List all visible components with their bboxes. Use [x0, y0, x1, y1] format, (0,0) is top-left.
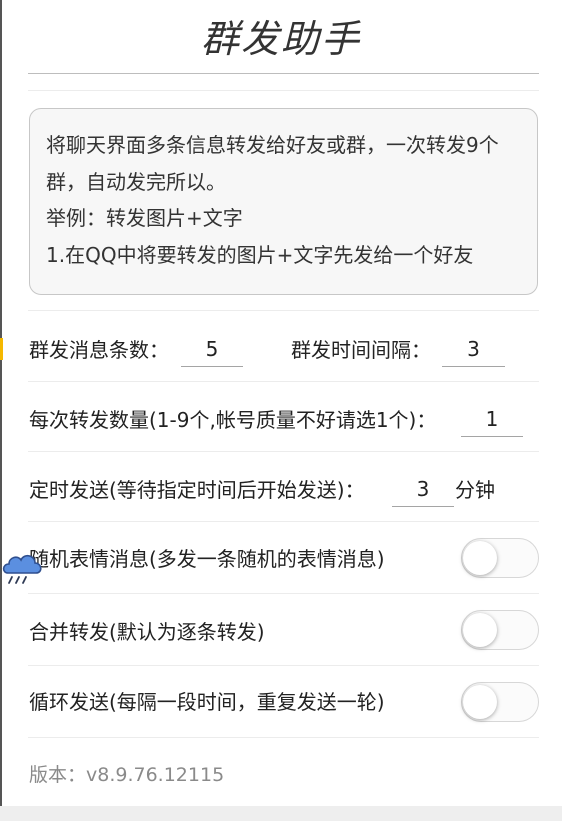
divider — [28, 90, 539, 91]
random-emoji-label: 随机表情消息(多发一条随机的表情消息) — [29, 547, 385, 571]
loop-send-toggle[interactable] — [461, 682, 539, 722]
divider — [28, 381, 539, 382]
toggle-knob — [463, 685, 497, 719]
toggle-knob — [463, 541, 497, 575]
forward-count-input[interactable] — [461, 405, 523, 437]
divider — [28, 737, 539, 738]
window-left-edge — [0, 0, 2, 821]
timer-label: 定时发送(等待指定时间后开始发送)： — [29, 478, 365, 502]
description-text: 将聊天界面多条信息转发给好友或群，一次转发9个群，自动发完所以。 举例：转发图片… — [46, 133, 499, 267]
page-title: 群发助手 — [200, 17, 361, 61]
random-emoji-toggle[interactable] — [461, 538, 539, 578]
description-textarea[interactable]: 将聊天界面多条信息转发给好友或群，一次转发9个群，自动发完所以。 举例：转发图片… — [29, 108, 538, 295]
toggle-knob — [463, 613, 497, 647]
interval-input[interactable] — [442, 335, 505, 367]
divider — [28, 451, 539, 452]
edge-marker — [0, 338, 3, 360]
timer-unit-label: 分钟 — [455, 478, 495, 502]
interval-label: 群发时间间隔： — [291, 338, 431, 362]
divider — [28, 521, 539, 522]
divider — [28, 310, 539, 311]
cloud-rain-icon[interactable] — [0, 545, 46, 589]
bottom-bar — [0, 806, 562, 821]
timer-input[interactable] — [392, 475, 454, 507]
divider — [28, 665, 539, 666]
merge-forward-label: 合并转发(默认为逐条转发) — [29, 620, 265, 644]
forward-count-label: 每次转发数量(1-9个,帐号质量不好请选1个)： — [29, 408, 437, 432]
merge-forward-toggle[interactable] — [461, 610, 539, 650]
loop-send-label: 循环发送(每隔一段时间，重复发送一轮) — [29, 690, 385, 714]
divider — [28, 593, 539, 594]
message-count-label: 群发消息条数： — [29, 338, 169, 362]
version-text: 版本：v8.9.76.12115 — [29, 764, 225, 786]
title-divider — [28, 73, 539, 74]
message-count-input[interactable] — [181, 335, 243, 367]
